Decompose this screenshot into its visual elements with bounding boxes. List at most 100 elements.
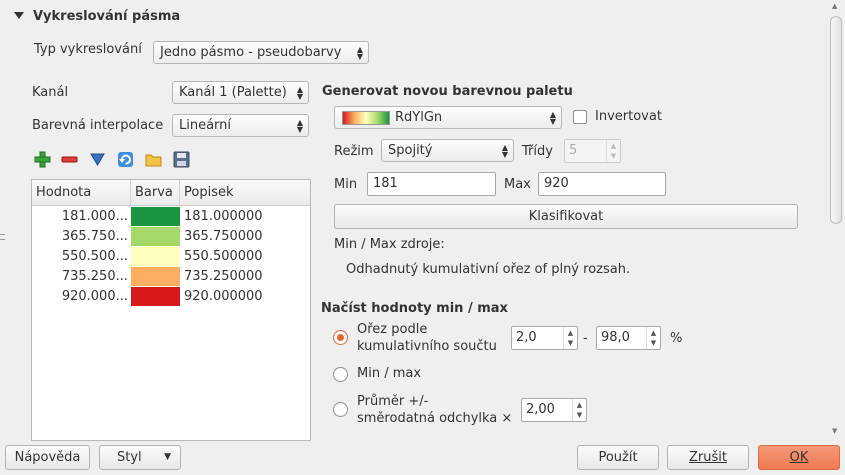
- cumulative-cut-radio[interactable]: [333, 330, 348, 345]
- spin-arrows-icon[interactable]: ▲ ▼: [606, 140, 620, 162]
- help-button[interactable]: Nápověda: [5, 445, 90, 470]
- label-cell[interactable]: 735.250000: [180, 269, 263, 284]
- max-label: Max: [504, 177, 531, 192]
- folder-icon: [145, 154, 161, 166]
- table-header: Hodnota Barva Popisek: [32, 180, 310, 206]
- render-type-select[interactable]: Jedno pásmo - pseudobarvy ▲ ▼: [153, 41, 369, 64]
- ok-button[interactable]: OK: [758, 445, 840, 470]
- load-from-band-button[interactable]: [87, 149, 107, 169]
- value-cell[interactable]: 920.000...: [32, 289, 131, 304]
- value-cell[interactable]: 365.750...: [32, 229, 131, 244]
- spin-arrows-icon[interactable]: ▲ ▼: [572, 399, 586, 421]
- render-type-label: Typ vykreslování: [34, 42, 142, 57]
- minus-icon: [61, 156, 77, 162]
- apply-button[interactable]: Použít: [577, 445, 659, 470]
- label-cell[interactable]: 920.000000: [180, 289, 263, 304]
- style-label: Styl: [117, 450, 142, 465]
- updown-arrow-icon: ▲ ▼: [549, 110, 556, 126]
- vertical-scrollbar[interactable]: ▲ ▼: [829, 0, 843, 440]
- color-swatch[interactable]: [131, 206, 180, 226]
- updown-arrow-icon: ▲ ▼: [296, 85, 303, 101]
- render-type-value: Jedno pásmo - pseudobarvy: [160, 45, 342, 60]
- table-row[interactable]: 365.750... 365.750000: [32, 226, 310, 246]
- cumulative-low-spinbox[interactable]: 2,0 ▲ ▼: [511, 326, 578, 350]
- updown-arrow-icon: ▲ ▼: [501, 143, 508, 159]
- label-cell[interactable]: 550.500000: [180, 249, 263, 264]
- color-ramp-select[interactable]: RdYlGn ▲ ▼: [334, 106, 562, 129]
- remove-entry-button[interactable]: [59, 149, 79, 169]
- color-swatch[interactable]: [131, 286, 180, 306]
- table-row[interactable]: 735.250... 735.250000: [32, 266, 310, 286]
- classes-spinbox[interactable]: 5 ▲ ▼: [564, 139, 621, 163]
- updown-arrow-icon: ▲ ▼: [296, 118, 303, 134]
- cumulative-high-spinbox[interactable]: 98,0 ▲ ▼: [596, 326, 661, 350]
- cumulative-high-value: 98,0: [601, 330, 630, 345]
- column-header-color[interactable]: Barva: [131, 180, 180, 205]
- table-row[interactable]: 181.000... 181.000000: [32, 206, 310, 226]
- refresh-icon: [117, 151, 133, 167]
- minmax-radio[interactable]: [333, 367, 348, 382]
- cumulative-cut-label-2: kumulativního součtu: [357, 339, 497, 354]
- channel-label: Kanál: [32, 85, 69, 100]
- classes-label: Třídy: [522, 144, 553, 159]
- max-input[interactable]: 920: [538, 172, 666, 196]
- value-cell[interactable]: 735.250...: [32, 269, 131, 284]
- stddev-label-1: Průměr +/-: [357, 394, 429, 409]
- stddev-value: 2,00: [526, 402, 555, 417]
- updown-arrow-icon: ▲ ▼: [356, 45, 363, 61]
- table-row[interactable]: 550.500... 550.500000: [32, 246, 310, 266]
- open-file-button[interactable]: [143, 149, 163, 169]
- refresh-button[interactable]: [115, 149, 135, 169]
- scroll-up-icon[interactable]: ▲: [832, 2, 837, 10]
- stddev-spinbox[interactable]: 2,00 ▲ ▼: [521, 398, 587, 422]
- column-header-label[interactable]: Popisek: [180, 180, 310, 205]
- dropdown-arrow-icon: ▼: [164, 452, 171, 462]
- add-entry-button[interactable]: [32, 149, 52, 169]
- invert-label: Invertovat: [595, 109, 662, 124]
- section-header[interactable]: Vykreslování pásma: [14, 9, 180, 24]
- color-ramp-name: RdYlGn: [395, 110, 443, 125]
- color-swatch[interactable]: [131, 226, 180, 246]
- minmax-heading: Načíst hodnoty min / max: [321, 301, 508, 316]
- color-swatch[interactable]: [131, 266, 180, 286]
- cancel-button[interactable]: Zrušit: [667, 445, 749, 470]
- value-cell[interactable]: 550.500...: [32, 249, 131, 264]
- spin-arrows-icon[interactable]: ▲ ▼: [646, 327, 660, 349]
- classify-button[interactable]: Klasifikovat: [334, 204, 798, 229]
- scrollbar-thumb[interactable]: [830, 16, 842, 224]
- color-table[interactable]: Hodnota Barva Popisek 181.000... 181.0000…: [31, 179, 311, 441]
- stddev-label-2: směrodatná odchylka ×: [357, 411, 513, 426]
- label-cell[interactable]: 181.000000: [180, 209, 263, 224]
- collapse-triangle-icon[interactable]: [14, 12, 24, 19]
- minmax-radio-label: Min / max: [357, 366, 422, 381]
- color-swatch[interactable]: [131, 246, 180, 266]
- cumulative-low-value: 2,0: [516, 330, 537, 345]
- section-title: Vykreslování pásma: [33, 9, 181, 24]
- save-file-button[interactable]: [171, 149, 191, 169]
- channel-select[interactable]: Kanál 1 (Palette) ▲ ▼: [172, 81, 309, 104]
- minmax-source-description: Odhadnutý kumulativní ořez of plný rozsa…: [346, 262, 631, 277]
- splitter-handle-icon[interactable]: [0, 234, 5, 240]
- column-header-value[interactable]: Hodnota: [32, 180, 131, 205]
- plus-icon: [34, 151, 50, 167]
- channel-value: Kanál 1 (Palette): [179, 85, 287, 100]
- table-body: 181.000... 181.000000 365.750... 365.750000…: [32, 206, 310, 306]
- save-icon: [173, 151, 189, 167]
- interpolation-value: Lineární: [179, 118, 232, 133]
- interpolation-select[interactable]: Lineární ▲ ▼: [172, 114, 309, 137]
- interpolation-label: Barevná interpolace: [32, 118, 164, 133]
- table-row[interactable]: 920.000... 920.000000: [32, 286, 310, 306]
- invert-checkbox[interactable]: [573, 110, 587, 124]
- cumulative-cut-label-1: Ořez podle: [357, 322, 428, 337]
- spin-arrows-icon[interactable]: ▲ ▼: [563, 327, 577, 349]
- mode-label: Režim: [334, 144, 374, 159]
- palette-heading: Generovat novou barevnou paletu: [322, 84, 573, 99]
- mode-select[interactable]: Spojitý ▲ ▼: [381, 139, 514, 162]
- value-cell[interactable]: 181.000...: [32, 209, 131, 224]
- min-input[interactable]: 181: [367, 172, 496, 196]
- scroll-down-icon[interactable]: ▼: [832, 427, 837, 435]
- stddev-radio[interactable]: [333, 402, 348, 417]
- label-cell[interactable]: 365.750000: [180, 229, 263, 244]
- style-button[interactable]: Styl ▼: [99, 445, 181, 470]
- percent-unit: %: [670, 331, 683, 346]
